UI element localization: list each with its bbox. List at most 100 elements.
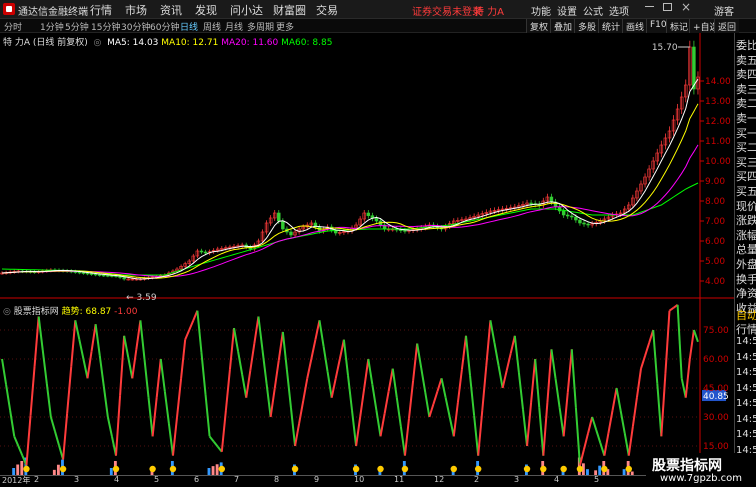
- guest-label[interactable]: 游客: [714, 3, 734, 18]
- price-tick-label: 10.00: [705, 157, 731, 167]
- menu-xuanxiang[interactable]: 选项: [609, 3, 629, 18]
- axis-month: 10: [354, 475, 365, 484]
- trend-line-segment: [566, 349, 573, 393]
- signal-bar: [207, 468, 211, 475]
- tool-fuquan[interactable]: 复权: [526, 19, 552, 33]
- tool-huaxian[interactable]: 画线: [622, 19, 648, 33]
- quote-label[interactable]: 换手: [736, 271, 756, 287]
- signal-bar: [16, 464, 20, 475]
- tick-time[interactable]: 14:5: [736, 398, 756, 409]
- tick-time[interactable]: 14:5: [736, 336, 756, 347]
- signal-bar: [215, 464, 219, 475]
- tick-time[interactable]: 14:5: [736, 429, 756, 440]
- quote-label[interactable]: 净资: [736, 285, 756, 301]
- quote-label[interactable]: 委比: [736, 37, 756, 53]
- trend-line-segment: [233, 327, 240, 352]
- trend-line-segment: [440, 378, 447, 398]
- menu-shezhi[interactable]: 设置: [557, 3, 577, 18]
- login-notice[interactable]: 证券交易未登录: [412, 3, 482, 18]
- trend-line-segment: [269, 388, 276, 418]
- period-5min[interactable]: 5分钟: [65, 20, 89, 33]
- menu-wenxiaoda[interactable]: 问小达: [230, 2, 263, 18]
- trend-line-segment: [355, 416, 362, 447]
- period-daily[interactable]: 日线: [180, 20, 198, 33]
- quote-label[interactable]: 总量: [736, 241, 756, 257]
- menu-gongneng[interactable]: 功能: [531, 3, 551, 18]
- trend-line-segment: [135, 320, 142, 350]
- candle-body: [374, 218, 379, 222]
- menu-gongshi[interactable]: 公式: [583, 3, 603, 18]
- price-tick-label: 4.00: [705, 277, 725, 287]
- candle-body: [570, 215, 574, 218]
- period-fenshi[interactable]: 分时: [4, 20, 22, 33]
- trend-line-segment: [306, 358, 313, 379]
- tick-time[interactable]: 14:5: [736, 383, 756, 394]
- quote-label[interactable]: 卖四: [736, 66, 756, 82]
- minimize-icon[interactable]: [645, 6, 654, 7]
- candle-body: [557, 206, 562, 212]
- candle-body: [366, 212, 371, 216]
- ma60-value: MA60: 8.85: [281, 38, 333, 48]
- tool-biaoji[interactable]: 标记: [666, 19, 692, 33]
- period-30min[interactable]: 30分钟: [121, 20, 150, 33]
- quote-label[interactable]: 买四: [736, 168, 756, 184]
- tick-time[interactable]: 14:5: [736, 414, 756, 425]
- price-tick-label: 11.00: [705, 137, 731, 147]
- quote-label[interactable]: 买一: [736, 125, 756, 141]
- period-weekly[interactable]: 周线: [203, 20, 221, 33]
- trend-line-segment: [456, 369, 463, 403]
- quote-mode-label[interactable]: 行情: [736, 321, 756, 337]
- trend-line-segment: [493, 342, 500, 366]
- quote-label[interactable]: 买五: [736, 183, 756, 199]
- kline-chart[interactable]: 15.70← 3.59 40.85 14.0013.0012.0011.0010…: [0, 33, 734, 475]
- period-60min[interactable]: 60分钟: [150, 20, 179, 33]
- period-more[interactable]: 更多: [276, 20, 294, 33]
- close-icon[interactable]: ×: [681, 0, 691, 14]
- quote-label[interactable]: 卖一: [736, 110, 756, 126]
- period-1min[interactable]: 1分钟: [40, 20, 64, 33]
- tool-duogu[interactable]: 多股: [574, 19, 600, 33]
- quote-label[interactable]: 卖二: [736, 95, 756, 111]
- axis-month: 3: [74, 475, 80, 484]
- menu-zixun[interactable]: 资讯: [160, 2, 182, 18]
- ma60-line: [1, 182, 699, 276]
- candle-body: [582, 222, 586, 225]
- period-15min[interactable]: 15分钟: [91, 20, 120, 33]
- period-monthly[interactable]: 月线: [225, 20, 243, 33]
- quote-label[interactable]: 卖三: [736, 81, 756, 97]
- trend-line-segment: [184, 329, 191, 341]
- quote-label[interactable]: 买二: [736, 139, 756, 155]
- period-multi[interactable]: 多周期: [247, 20, 274, 33]
- quote-label[interactable]: 涨跌: [736, 212, 756, 228]
- indicator-tick-label: 75.00: [703, 326, 729, 336]
- buy-signal-dot: [291, 465, 299, 473]
- tick-time[interactable]: 14:5: [736, 352, 756, 363]
- trend-line-segment: [139, 320, 146, 360]
- trend-line-segment: [473, 415, 480, 456]
- trend-line-segment: [70, 320, 77, 367]
- trend-line-segment: [9, 410, 16, 437]
- quote-label[interactable]: 买三: [736, 154, 756, 170]
- trend-line-segment: [688, 329, 695, 360]
- quote-label[interactable]: 外盘: [736, 256, 756, 272]
- menu-faxian[interactable]: 发现: [195, 2, 217, 18]
- maximize-icon[interactable]: [663, 3, 672, 11]
- tool-diejia[interactable]: 叠加: [550, 19, 576, 33]
- menu-jiaoyi[interactable]: 交易: [316, 2, 338, 18]
- quote-label[interactable]: 卖五: [736, 52, 756, 68]
- trend-line-segment: [534, 358, 541, 408]
- menu-caifuquan[interactable]: 财富圈: [273, 2, 306, 18]
- quote-label[interactable]: 现价: [736, 198, 756, 214]
- candle-body: [122, 277, 126, 280]
- price-tick-label: 13.00: [705, 97, 731, 107]
- candle-body: [289, 231, 293, 236]
- buy-signal-dot: [625, 465, 632, 473]
- tool-back[interactable]: 返回: [714, 19, 740, 33]
- menu-shichang[interactable]: 市场: [125, 2, 147, 18]
- menu-hangqing[interactable]: 行情: [90, 2, 112, 18]
- candle-body: [549, 196, 554, 203]
- tool-tongji[interactable]: 统计: [598, 19, 624, 33]
- buy-signal-dot: [560, 465, 567, 473]
- quote-label[interactable]: 涨幅: [736, 227, 756, 243]
- tick-time[interactable]: 14:5: [736, 367, 756, 378]
